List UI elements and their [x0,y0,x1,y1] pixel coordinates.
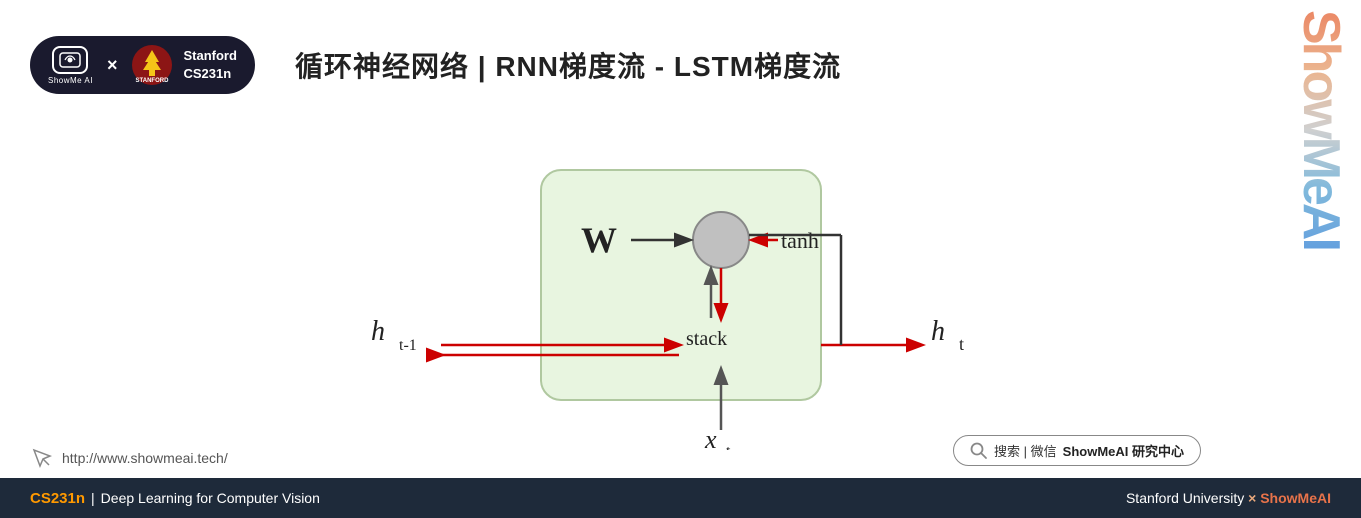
svg-text:W: W [581,220,617,260]
title-area: 循环神经网络 | RNN梯度流 - LSTM梯度流 [255,45,1331,85]
website-area: http://www.showmeai.tech/ [30,446,228,470]
diagram-area: W tanh stack h t-1 h t [0,130,1361,460]
svg-text:h: h [931,316,945,347]
svg-text:tanh: tanh [781,228,819,253]
website-url[interactable]: http://www.showmeai.tech/ [62,450,228,466]
cursor-icon [30,446,54,470]
svg-text:t: t [959,334,964,354]
cs231n-label: CS231n [30,490,85,507]
svg-text:t: t [726,443,731,450]
x-separator: × [107,55,118,76]
search-box[interactable]: 搜索 | 微信 ShowMeAI 研究中心 [953,435,1201,466]
logo-badge: ShowMe AI × STANFORD Stanford CS231n [30,36,255,94]
svg-text:x: x [704,425,717,450]
page-title: 循环神经网络 | RNN梯度流 - LSTM梯度流 [295,45,1331,85]
footer-separator: | [91,490,95,506]
search-label: 搜索 | 微信 [994,441,1057,460]
footer-stanford: Stanford University [1126,490,1248,506]
svg-text:h: h [371,316,385,347]
footer-bar: CS231n | Deep Learning for Computer Visi… [0,478,1361,518]
svg-text:STANFORD: STANFORD [136,78,170,84]
showmeai-icon [52,46,88,74]
wechat-brand: ShowMeAI 研究中心 [1063,441,1184,460]
footer-showmeai: ShowMeAI [1260,490,1331,506]
stanford-text: Stanford CS231n [183,47,236,83]
rnn-diagram: W tanh stack h t-1 h t [341,140,1021,450]
showmeai-text: ShowMe AI [48,76,93,85]
stanford-logo: STANFORD [131,44,173,86]
svg-text:stack: stack [686,328,727,350]
search-icon [970,442,988,460]
showmeai-logo: ShowMe AI [48,46,93,85]
footer-x: × [1248,490,1256,506]
svg-text:t-1: t-1 [399,337,417,354]
footer-course-title: Deep Learning for Computer Vision [101,490,320,506]
footer-right: Stanford University × ShowMeAI [1126,490,1331,506]
footer-left: CS231n | Deep Learning for Computer Visi… [30,490,320,507]
header: ShowMe AI × STANFORD Stanford CS231n 循环神… [0,0,1361,130]
